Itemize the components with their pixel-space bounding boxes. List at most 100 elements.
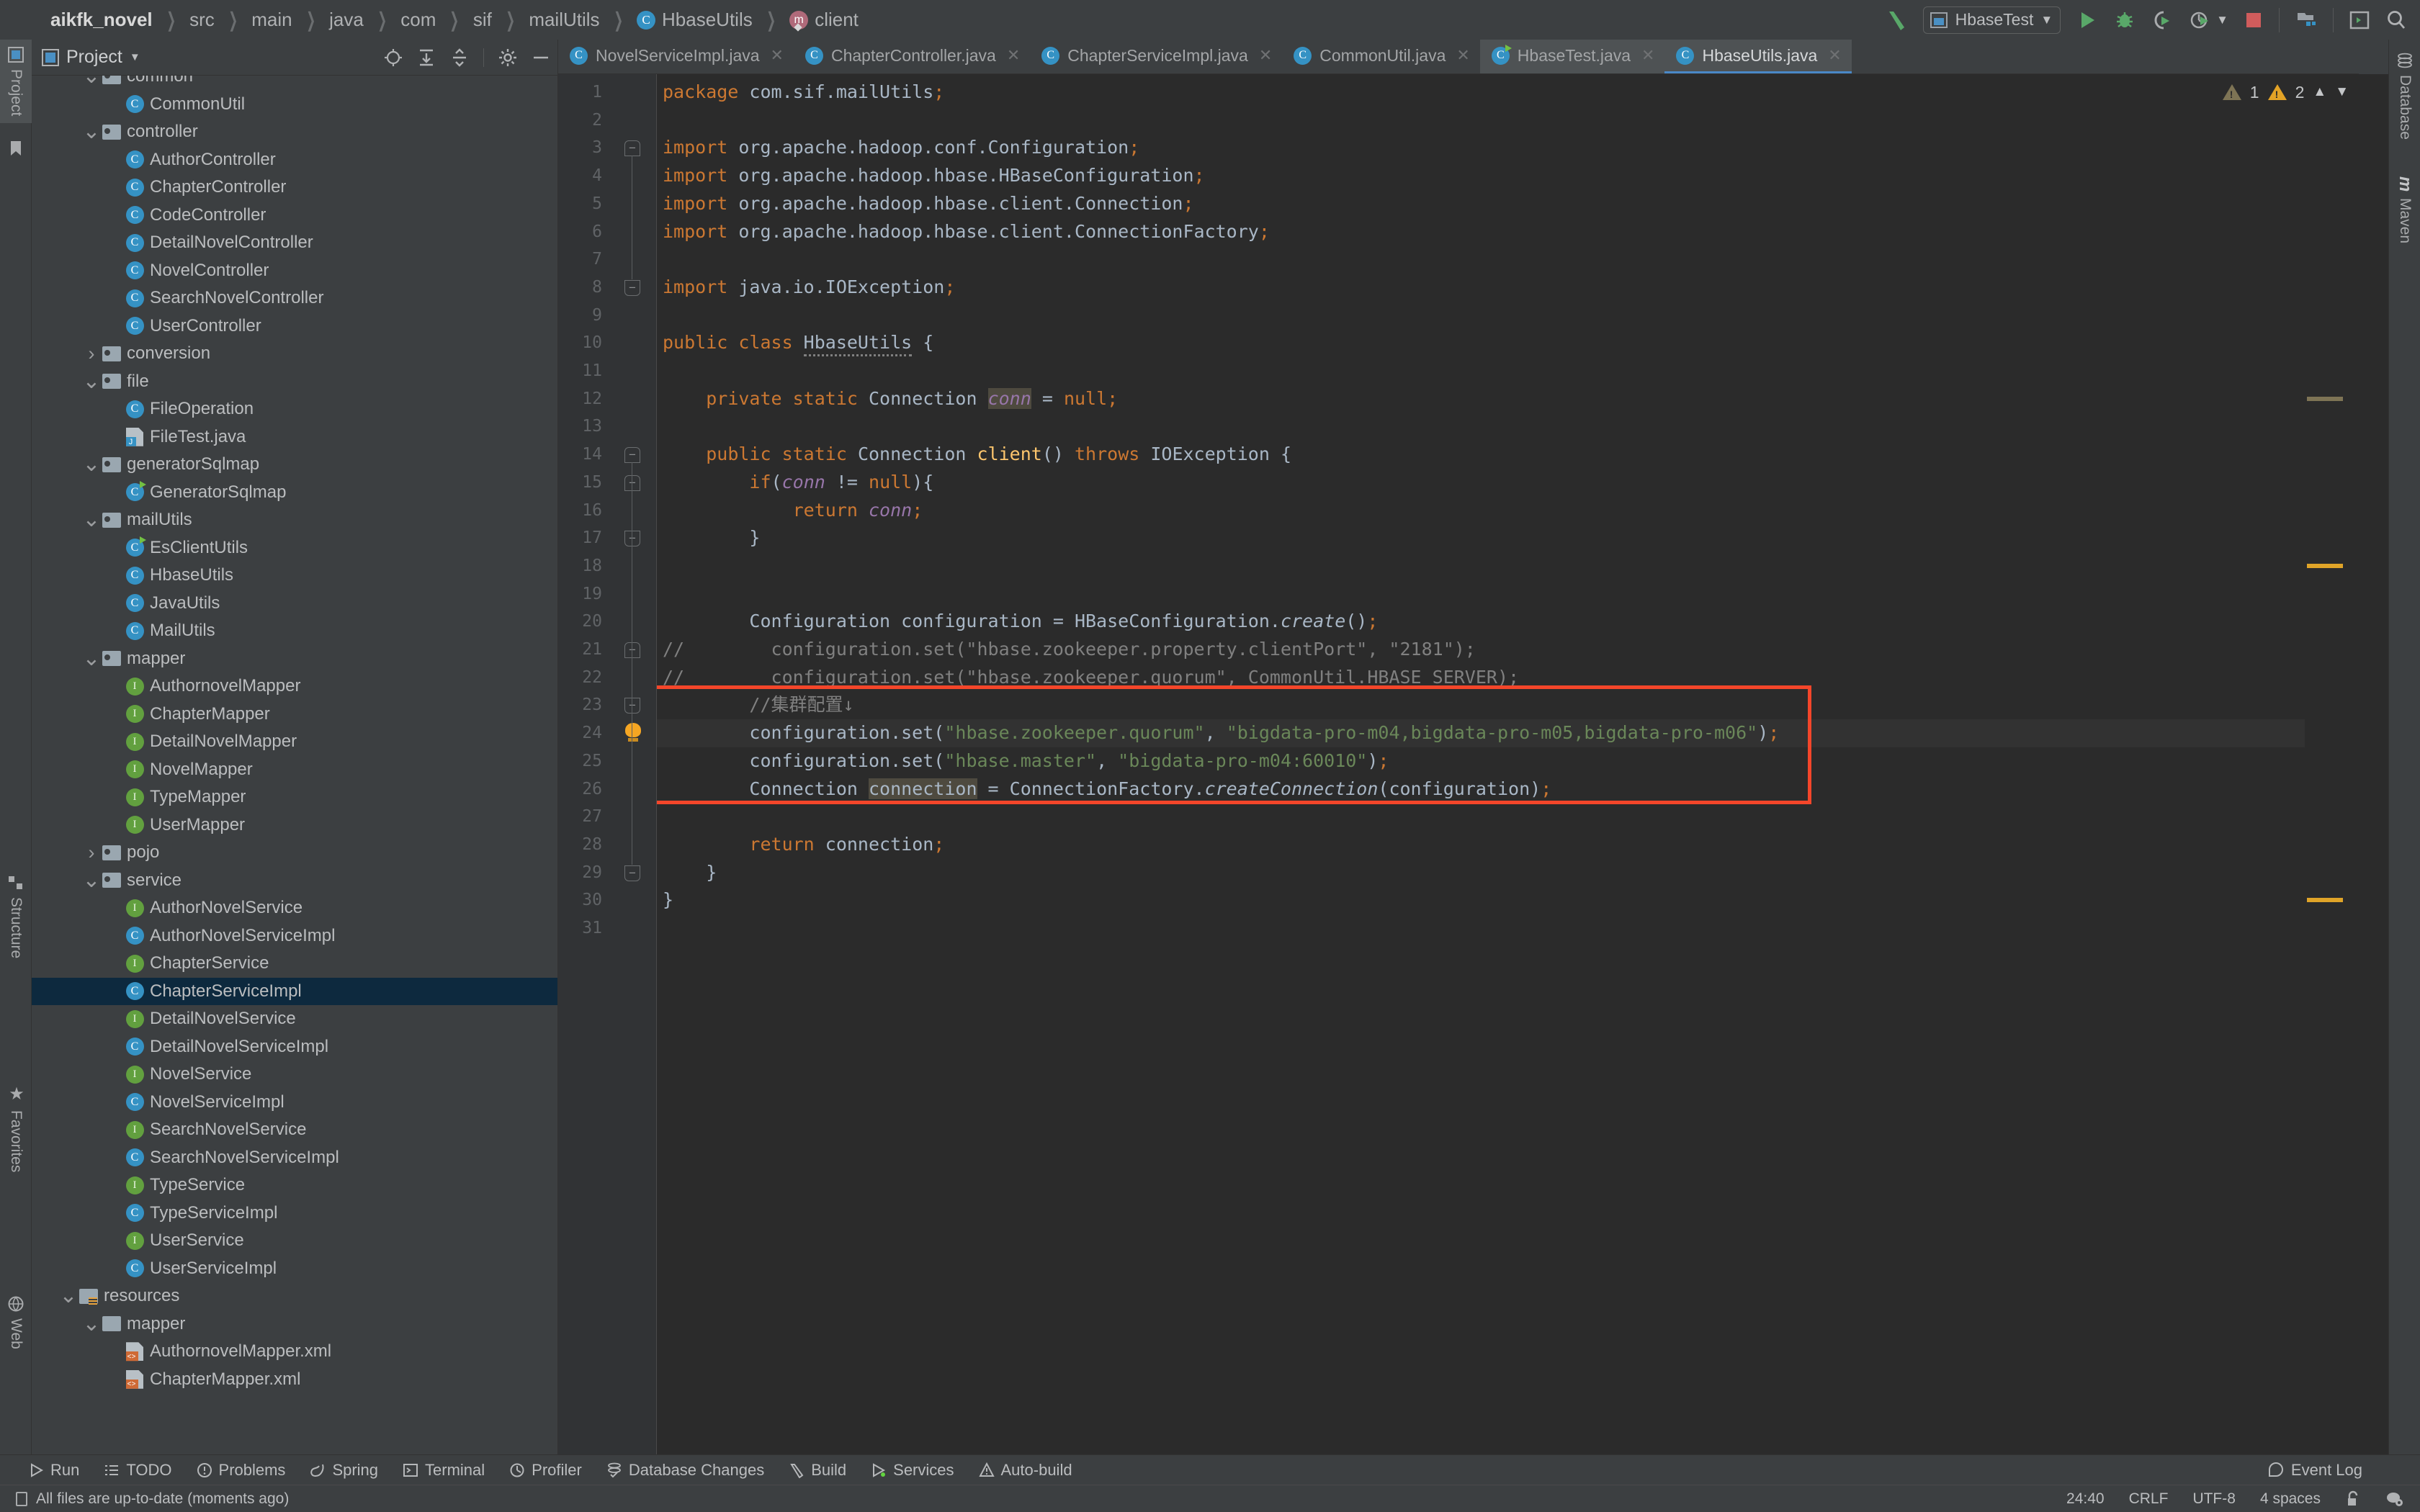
tree-item-common[interactable]: ⌄common xyxy=(32,76,557,91)
chevron-down-icon[interactable]: ▼ xyxy=(2335,84,2349,100)
tree-item-detailnovelmapper[interactable]: IDetailNovelMapper xyxy=(32,728,557,756)
tool-window-button-run[interactable]: Run xyxy=(16,1455,91,1485)
hide-icon[interactable] xyxy=(532,48,550,67)
fold-marker[interactable]: − xyxy=(624,531,640,546)
run-configuration-selector[interactable]: HbaseTest ▼ xyxy=(1923,6,2061,34)
close-icon[interactable]: ✕ xyxy=(1828,46,1841,65)
tree-item-filetest-java[interactable]: FileTest.java xyxy=(32,423,557,451)
tree-item-novelmapper[interactable]: INovelMapper xyxy=(32,756,557,784)
chevron-down-icon[interactable]: ⌄ xyxy=(82,876,101,886)
project-panel-title[interactable]: Project xyxy=(66,47,122,68)
tree-item-hbaseutils[interactable]: CHbaseUtils xyxy=(32,562,557,590)
chevron-down-icon[interactable]: ⌄ xyxy=(82,1319,101,1329)
tree-item-mapper[interactable]: ⌄mapper xyxy=(32,1310,557,1338)
run-with-coverage-icon[interactable] xyxy=(2151,9,2173,31)
editor-tab-chapterserviceimpl-java[interactable]: CChapterServiceImpl.java✕ xyxy=(1030,40,1282,73)
sidebar-item-bookmarks[interactable] xyxy=(0,133,32,163)
project-structure-icon[interactable] xyxy=(2295,9,2317,31)
tree-item-detailnovelserviceimpl[interactable]: CDetailNovelServiceImpl xyxy=(32,1033,557,1061)
tree-item-fileoperation[interactable]: CFileOperation xyxy=(32,395,557,423)
collapse-all-icon[interactable] xyxy=(450,48,469,67)
profiler-icon[interactable] xyxy=(2189,9,2210,31)
tree-item-esclientutils[interactable]: CEsClientUtils xyxy=(32,534,557,562)
tree-item-codecontroller[interactable]: CCodeController xyxy=(32,202,557,230)
run-icon[interactable] xyxy=(2076,9,2098,31)
tree-item-chapterservice[interactable]: IChapterService xyxy=(32,950,557,978)
tree-item-mapper[interactable]: ⌄mapper xyxy=(32,645,557,673)
tree-item-searchnovelserviceimpl[interactable]: CSearchNovelServiceImpl xyxy=(32,1144,557,1172)
tree-item-controller[interactable]: ⌄controller xyxy=(32,118,557,146)
code-editor[interactable]: 1234567891011121314151617181920212223242… xyxy=(558,74,2359,1454)
tool-window-button-event-log[interactable]: Event Log xyxy=(2255,1455,2420,1485)
tree-item-conversion[interactable]: ›conversion xyxy=(32,340,557,368)
breadcrumb-item-client[interactable]: mclient xyxy=(789,9,859,31)
editor-tab-commonutil-java[interactable]: CCommonUtil.java✕ xyxy=(1282,40,1480,73)
inspection-widget-icon[interactable] xyxy=(2385,1490,2404,1508)
tree-item-searchnovelservice[interactable]: ISearchNovelService xyxy=(32,1116,557,1144)
fold-marker[interactable]: − xyxy=(624,140,640,156)
chevron-down-icon[interactable]: ⌄ xyxy=(82,515,101,525)
chevron-down-icon[interactable]: ⌄ xyxy=(82,377,101,387)
tree-item-chapterserviceimpl[interactable]: CChapterServiceImpl xyxy=(32,978,557,1006)
sidebar-item-favorites[interactable]: ★ Favorites xyxy=(0,1076,32,1179)
gear-icon[interactable] xyxy=(498,48,517,67)
sidebar-item-project[interactable]: Project xyxy=(0,40,32,123)
tree-item-novelserviceimpl[interactable]: CNovelServiceImpl xyxy=(32,1089,557,1117)
chevron-down-icon[interactable]: ▼ xyxy=(130,51,140,63)
terminal-icon[interactable] xyxy=(2349,10,2370,30)
chevron-up-icon[interactable]: ▲ xyxy=(2313,84,2326,100)
tree-item-typemapper[interactable]: ITypeMapper xyxy=(32,783,557,811)
chevron-down-icon[interactable]: ▼ xyxy=(2216,13,2228,27)
tree-item-typeservice[interactable]: ITypeService xyxy=(32,1171,557,1200)
error-stripe-marker[interactable] xyxy=(2307,898,2343,902)
close-icon[interactable]: ✕ xyxy=(1456,46,1469,65)
tree-item-detailnovelcontroller[interactable]: CDetailNovelController xyxy=(32,229,557,257)
tool-window-button-todo[interactable]: TODO xyxy=(91,1455,184,1485)
line-separator-widget[interactable]: CRLF xyxy=(2129,1490,2169,1508)
tree-item-authornovelmapper-xml[interactable]: AuthornovelMapper.xml xyxy=(32,1338,557,1366)
tree-item-chaptercontroller[interactable]: CChapterController xyxy=(32,174,557,202)
error-stripe-marker[interactable] xyxy=(2307,397,2343,401)
project-tree[interactable]: ⌄commonCCommonUtil⌄controllerCAuthorCont… xyxy=(32,76,557,1454)
breadcrumb-item-mailutils[interactable]: mailUtils xyxy=(529,9,599,31)
breadcrumb-item-com[interactable]: com xyxy=(400,9,436,31)
chevron-right-icon[interactable]: › xyxy=(82,842,101,864)
breadcrumb-item-java[interactable]: java xyxy=(329,9,364,31)
error-stripe-marker[interactable] xyxy=(2307,564,2343,568)
breadcrumb-item-src[interactable]: src xyxy=(189,9,215,31)
chevron-down-icon[interactable]: ⌄ xyxy=(59,1291,78,1301)
fold-marker[interactable]: − xyxy=(624,642,640,658)
editor-tab-novelserviceimpl-java[interactable]: CNovelServiceImpl.java✕ xyxy=(558,40,794,73)
debug-icon[interactable] xyxy=(2114,9,2136,31)
indent-widget[interactable]: 4 spaces xyxy=(2260,1490,2321,1508)
folding-gutter[interactable]: −−−−−−−− xyxy=(612,74,657,1454)
tree-item-novelcontroller[interactable]: CNovelController xyxy=(32,257,557,285)
caret-position-widget[interactable]: 24:40 xyxy=(2066,1490,2105,1508)
tree-item-searchnovelcontroller[interactable]: CSearchNovelController xyxy=(32,284,557,312)
tool-window-button-services[interactable]: Services xyxy=(859,1455,966,1485)
tool-window-button-problems[interactable]: Problems xyxy=(184,1455,298,1485)
locate-icon[interactable] xyxy=(384,48,403,67)
close-icon[interactable]: ✕ xyxy=(1641,46,1654,65)
fold-marker[interactable]: − xyxy=(624,447,640,463)
tool-window-button-terminal[interactable]: Terminal xyxy=(390,1455,497,1485)
tree-item-resources[interactable]: ⌄resources xyxy=(32,1282,557,1310)
search-everywhere-icon[interactable] xyxy=(2385,9,2407,31)
tree-item-mailutils[interactable]: ⌄mailUtils xyxy=(32,506,557,534)
code-text[interactable]: package com.sif.mailUtils;import org.apa… xyxy=(657,74,2305,1454)
tool-window-button-spring[interactable]: Spring xyxy=(297,1455,390,1485)
tree-item-chaptermapper[interactable]: IChapterMapper xyxy=(32,701,557,729)
close-icon[interactable]: ✕ xyxy=(1259,46,1272,65)
tree-item-authornovelservice[interactable]: IAuthorNovelService xyxy=(32,894,557,922)
encoding-widget[interactable]: UTF-8 xyxy=(2192,1490,2236,1508)
sidebar-item-maven[interactable]: m Maven xyxy=(2389,169,2420,251)
stop-icon[interactable] xyxy=(2244,11,2263,30)
tree-item-authornovelmapper[interactable]: IAuthornovelMapper xyxy=(32,672,557,701)
sidebar-item-web[interactable]: Web xyxy=(0,1289,32,1356)
unlocked-icon[interactable] xyxy=(2345,1490,2361,1508)
tree-item-userservice[interactable]: IUserService xyxy=(32,1227,557,1255)
chevron-down-icon[interactable]: ⌄ xyxy=(82,76,101,81)
breadcrumb-item-main[interactable]: main xyxy=(251,9,292,31)
editor-tab-chaptercontroller-java[interactable]: CChapterController.java✕ xyxy=(794,40,1030,73)
tree-item-authornovelserviceimpl[interactable]: CAuthorNovelServiceImpl xyxy=(32,922,557,950)
